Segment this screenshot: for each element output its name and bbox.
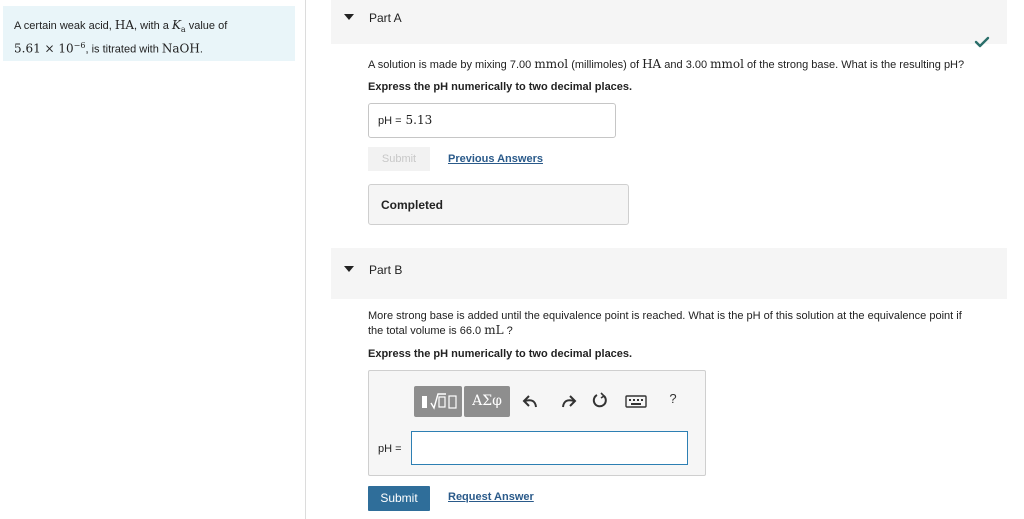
- reset-icon[interactable]: [589, 390, 611, 412]
- intro-text-5: .: [199, 43, 203, 56]
- intro-ka-value: 5.61 × 10: [14, 41, 74, 56]
- completed-status: Completed: [368, 184, 629, 225]
- intro-ka: K: [171, 18, 181, 32]
- unit-mmol: mmol: [534, 57, 569, 71]
- greek-symbols-icon[interactable]: ΑΣφ: [464, 386, 510, 417]
- ph-label: pH =: [378, 115, 402, 127]
- intro-text-3: value of: [185, 20, 228, 32]
- submit-button[interactable]: Submit: [368, 486, 430, 511]
- checkmark-icon: [974, 36, 990, 48]
- part-a-answer-field: pH = 5.13: [368, 103, 616, 138]
- part-b-header[interactable]: Part B: [331, 248, 1007, 299]
- intro-ka-exp: −6: [73, 41, 86, 51]
- intro-text-4: , is titrated with: [85, 43, 162, 56]
- question-text: and 3.00: [661, 59, 711, 71]
- intro-base: NaOH: [161, 41, 200, 56]
- unit-mmol: mmol: [710, 57, 744, 71]
- part-a-question: A solution is made by mixing 7.00 mmol (…: [368, 57, 964, 72]
- part-a-header[interactable]: Part A: [331, 0, 1007, 44]
- unit-ml: mL: [484, 323, 504, 337]
- question-text: (millimoles) of: [568, 59, 643, 71]
- question-text: A solution is made by mixing 7.00: [368, 59, 535, 71]
- submit-button-disabled[interactable]: Submit: [368, 147, 430, 171]
- part-a-title[interactable]: Part A: [369, 11, 402, 25]
- collapse-caret-icon[interactable]: [344, 14, 354, 20]
- undo-icon[interactable]: [521, 390, 543, 412]
- part-b-question: More strong base is added until the equi…: [368, 309, 1008, 338]
- intro-text-2: , with a: [134, 20, 172, 32]
- help-icon[interactable]: ?: [662, 391, 684, 413]
- redo-icon[interactable]: [556, 390, 578, 412]
- question-text: of the strong base. What is the resultin…: [744, 59, 965, 71]
- ph-value: 5.13: [405, 113, 433, 127]
- question-text: More strong base is added until the equi…: [368, 310, 962, 322]
- ph-label: pH =: [378, 443, 402, 455]
- intro-acid: HA: [114, 18, 135, 32]
- part-b-instruction: Express the pH numerically to two decima…: [368, 348, 633, 360]
- problem-intro: A certain weak acid, HA, with a Ka value…: [3, 6, 295, 61]
- question-text: ?: [503, 325, 513, 337]
- acid-symbol: HA: [642, 57, 662, 71]
- part-b-title[interactable]: Part B: [369, 263, 402, 277]
- question-text: the total volume is 66.0: [368, 325, 485, 337]
- keyboard-icon[interactable]: [624, 390, 648, 412]
- previous-answers-link[interactable]: Previous Answers: [448, 153, 543, 165]
- collapse-caret-icon[interactable]: [344, 266, 354, 272]
- request-answer-link[interactable]: Request Answer: [448, 491, 534, 503]
- part-a-instruction: Express the pH numerically to two decima…: [368, 81, 633, 93]
- templates-icon[interactable]: [414, 386, 462, 417]
- sidebar: A certain weak acid, HA, with a Ka value…: [0, 0, 306, 519]
- ph-answer-input[interactable]: [411, 431, 688, 465]
- intro-text-1: A certain weak acid,: [14, 20, 115, 32]
